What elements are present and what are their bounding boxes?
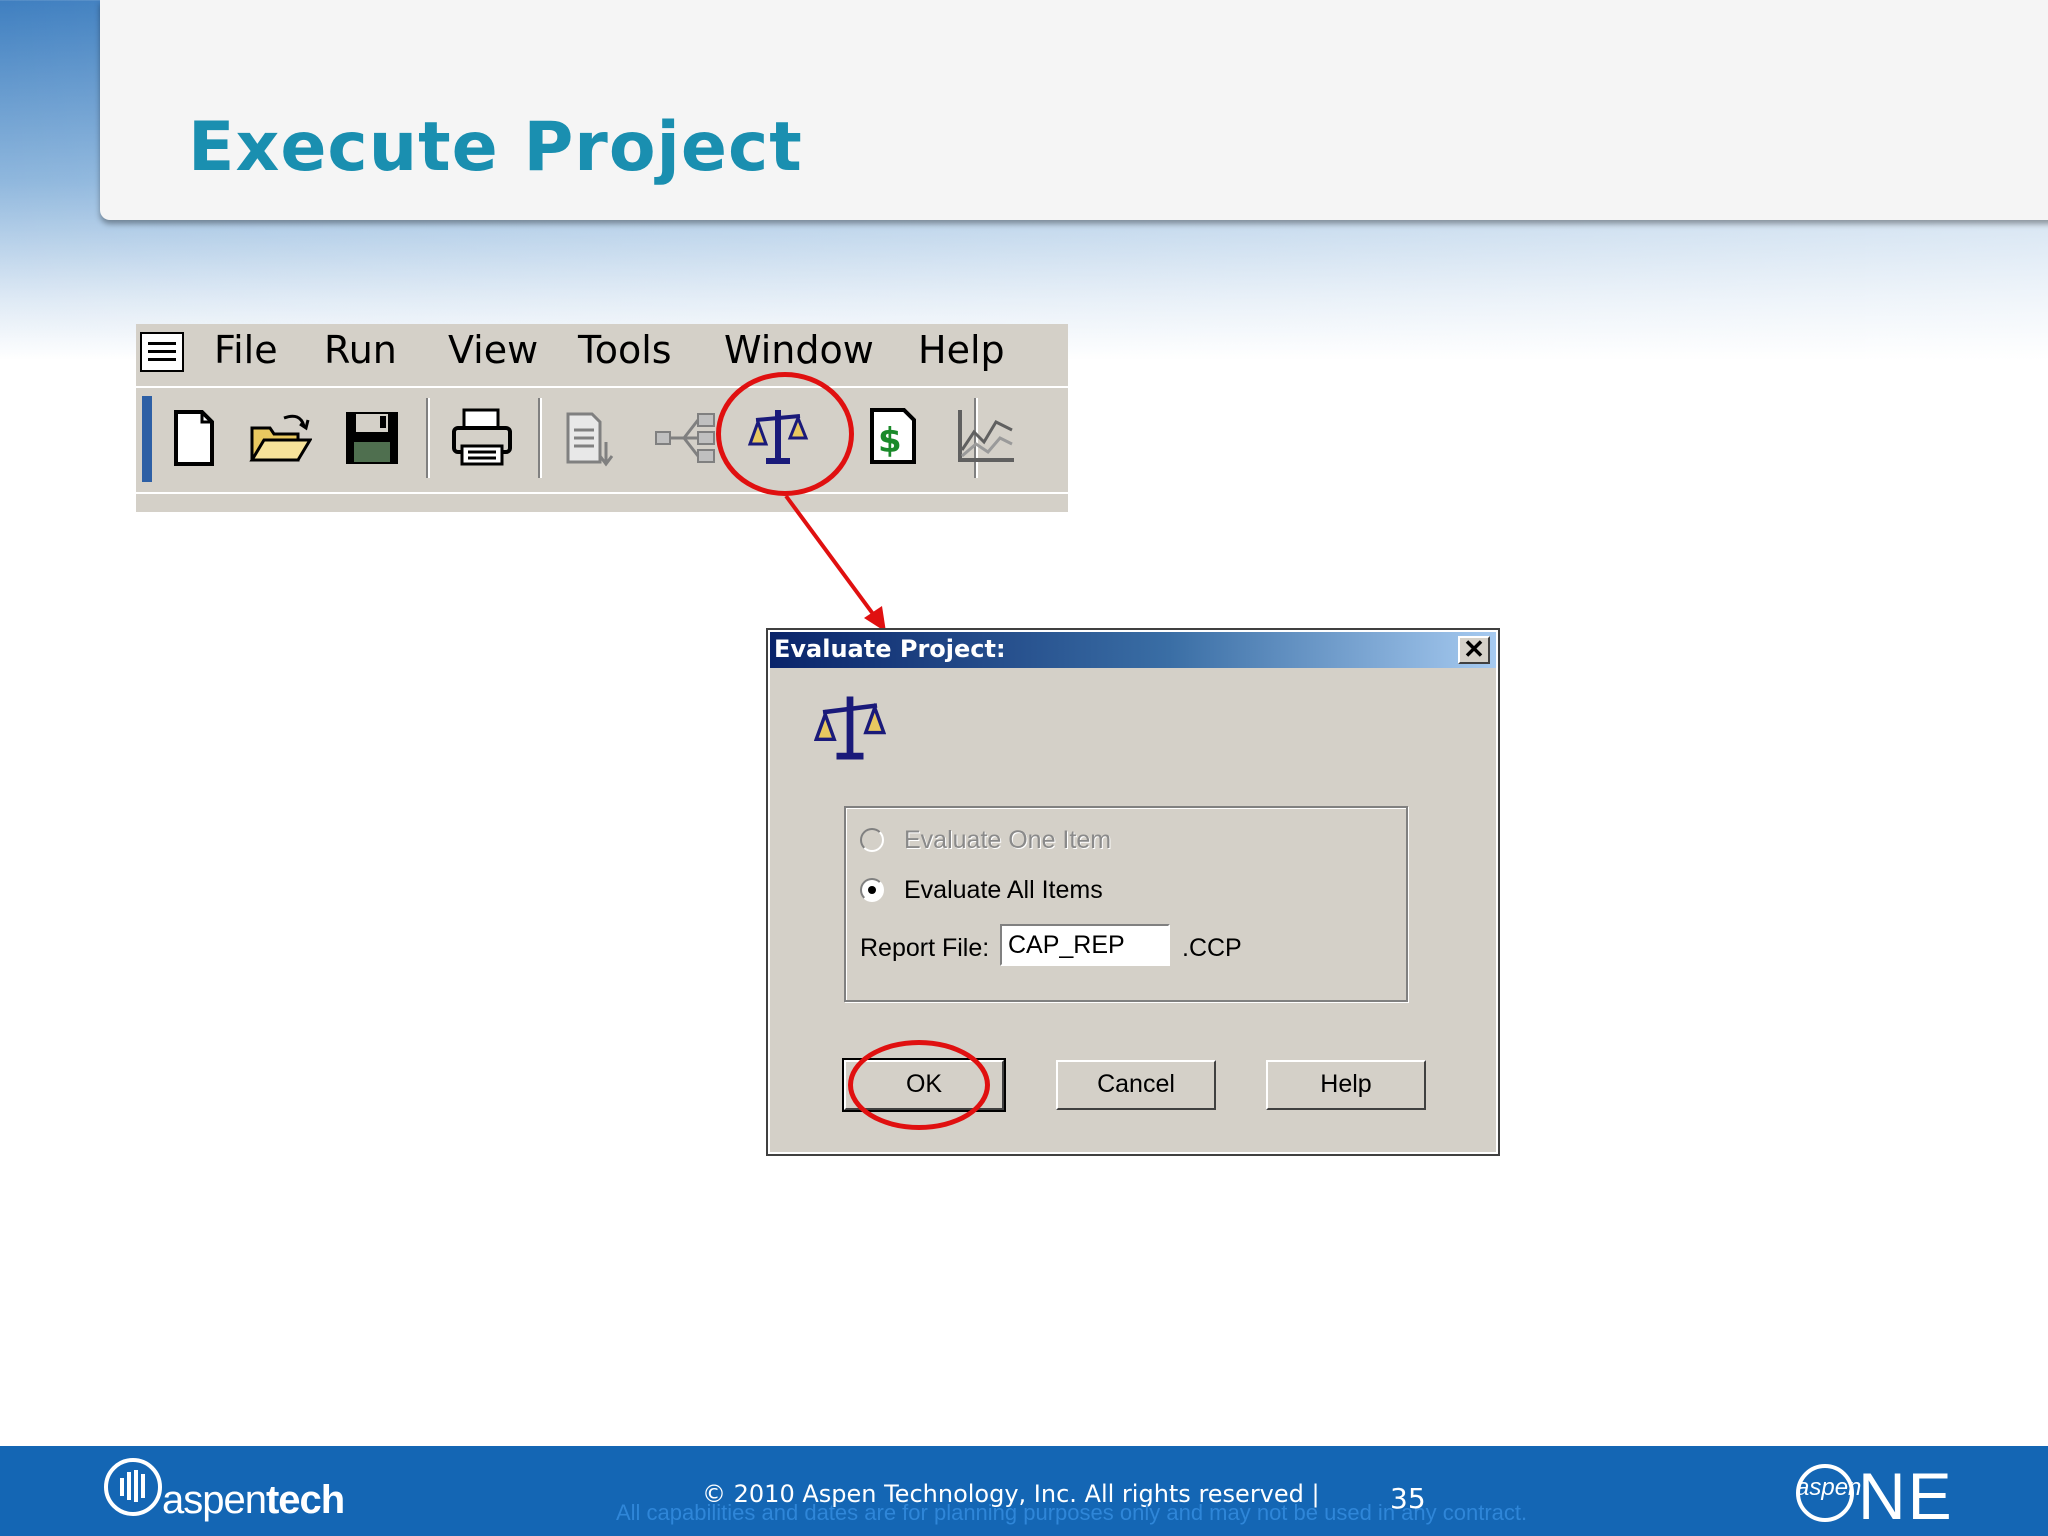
report-file-input[interactable]: [1000, 924, 1170, 966]
aspentech-ring-icon: [104, 1458, 162, 1516]
tree-icon[interactable]: [654, 406, 718, 470]
toolbar-separator: [538, 398, 542, 478]
chart-icon[interactable]: [954, 404, 1018, 468]
aspenone-logo: aspen NE: [1796, 1458, 1956, 1533]
app-toolbar-screenshot: File Run View Tools Window Help: [136, 324, 1068, 512]
menu-tools[interactable]: Tools: [578, 328, 672, 372]
menu-view[interactable]: View: [448, 328, 538, 372]
toolbar-grip[interactable]: [142, 396, 152, 482]
cost-dollar-icon[interactable]: $: [862, 404, 926, 468]
dialog-title: Evaluate Project:: [774, 635, 1006, 663]
cancel-button[interactable]: Cancel: [1056, 1060, 1216, 1110]
ok-highlight-ring: [848, 1040, 990, 1130]
save-icon[interactable]: [340, 406, 404, 470]
help-button[interactable]: Help: [1266, 1060, 1426, 1110]
open-folder-icon[interactable]: [248, 406, 313, 470]
menu-run[interactable]: Run: [324, 328, 397, 372]
report-file-extension: .CCP: [1182, 934, 1242, 962]
evaluate-options-group: Evaluate One Item Evaluate All Items Rep…: [844, 806, 1408, 1002]
radio-label: Evaluate One Item: [904, 826, 1112, 854]
print-icon[interactable]: [450, 406, 514, 470]
aspenone-prefix: aspen: [1796, 1474, 1862, 1501]
page-title: Execute Project: [188, 108, 803, 187]
radio-button-unselected[interactable]: [860, 828, 884, 852]
system-menu-icon[interactable]: [140, 332, 184, 372]
menu-window[interactable]: Window: [724, 328, 874, 372]
aspentech-logo: aspentech: [100, 1454, 360, 1528]
toolbar-separator: [426, 398, 430, 478]
menu-help[interactable]: Help: [918, 328, 1005, 372]
report-icon[interactable]: [560, 406, 624, 470]
page-number: 35: [1390, 1482, 1426, 1515]
aspenone-wordmark: NE: [1858, 1459, 1954, 1533]
menu-file[interactable]: File: [214, 328, 278, 372]
toolbar-bottom-edge: [136, 492, 1068, 512]
dialog-titlebar[interactable]: Evaluate Project: ✕: [770, 632, 1496, 668]
close-button[interactable]: ✕: [1458, 636, 1490, 664]
menu-bar: File Run View Tools Window Help: [136, 324, 1068, 380]
radio-button-selected[interactable]: [860, 878, 884, 902]
svg-text:$: $: [878, 421, 902, 461]
slide-footer: aspentech © 2010 Aspen Technology, Inc. …: [0, 1446, 2048, 1536]
new-file-icon[interactable]: [162, 406, 226, 470]
toolbar: [136, 386, 1068, 492]
toolbar-highlight-ring: [716, 372, 854, 496]
radio-label: Evaluate All Items: [904, 876, 1103, 904]
aspentech-wordmark: aspentech: [162, 1478, 345, 1522]
report-file-label: Report File:: [860, 934, 990, 962]
close-icon: ✕: [1463, 634, 1485, 664]
scale-icon: [814, 696, 886, 760]
